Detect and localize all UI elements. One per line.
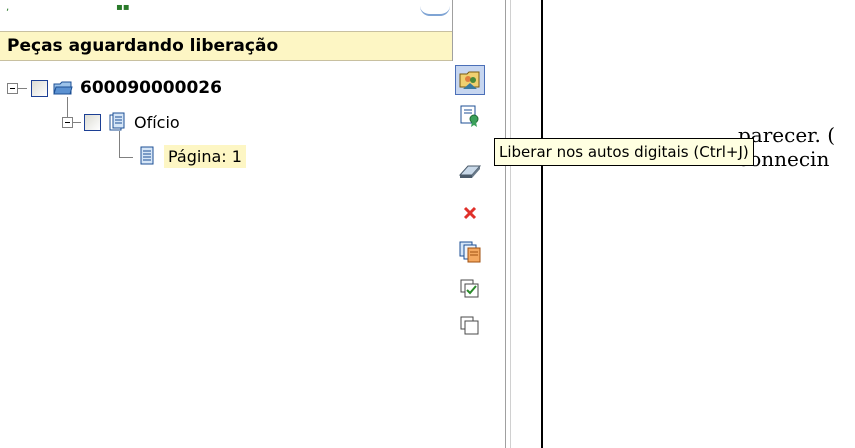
folder-users-icon: [458, 68, 482, 92]
certificate-icon: [459, 104, 481, 128]
check-all-icon: [460, 279, 480, 299]
red-x-icon: [462, 205, 478, 221]
panel-title: Peças aguardando liberação: [0, 31, 452, 61]
top-toolbar-strip: , ▪▪: [0, 0, 452, 30]
tree-node-child-label: Ofício: [134, 112, 180, 132]
tree-node-leaf-label: Página: 1: [164, 144, 246, 168]
document-icon: [109, 112, 125, 132]
vertical-toolbar: [452, 61, 504, 448]
tree-node-child[interactable]: Ofício: [62, 111, 180, 133]
document-tree[interactable]: 600090000026 Ofício Página: 1: [0, 61, 452, 448]
open-folder-icon: [53, 79, 73, 97]
copy-pages-button[interactable]: [455, 237, 485, 267]
uncheck-all-icon: [460, 316, 480, 336]
scan-button[interactable]: [455, 156, 485, 186]
scanner-icon: [458, 161, 482, 181]
toolbar-edge-icon: ▪▪: [116, 2, 130, 13]
checkbox[interactable]: [84, 113, 101, 131]
toolbar-edge-mark: ,: [6, 2, 10, 13]
tree-node-root-label: 600090000026: [80, 78, 222, 98]
collapse-toggle[interactable]: [7, 82, 18, 94]
toolbar-edge-button[interactable]: [420, 0, 450, 16]
page-icon: [140, 146, 154, 166]
release-documents-button[interactable]: [455, 65, 485, 95]
document-left-edge: [541, 0, 543, 448]
tooltip: Liberar nos autos digitais (Ctrl+J): [494, 138, 754, 166]
release-panel: , ▪▪ Peças aguardando liberação 60009000…: [0, 0, 510, 448]
tree-node-leaf[interactable]: Página: 1: [140, 144, 246, 168]
checkbox[interactable]: [31, 79, 48, 97]
copy-pages-icon: [459, 241, 481, 263]
splitter-light[interactable]: [510, 0, 511, 448]
check-all-button[interactable]: [455, 274, 485, 304]
collapse-toggle[interactable]: [62, 116, 73, 128]
delete-button[interactable]: [455, 198, 485, 228]
tree-connector: [119, 131, 120, 158]
release-digital-records-button[interactable]: [455, 101, 485, 131]
panel-right-border: [505, 0, 506, 448]
tree-connector: [119, 157, 133, 158]
tree-node-root[interactable]: 600090000026: [7, 77, 222, 99]
uncheck-all-button[interactable]: [455, 311, 485, 341]
